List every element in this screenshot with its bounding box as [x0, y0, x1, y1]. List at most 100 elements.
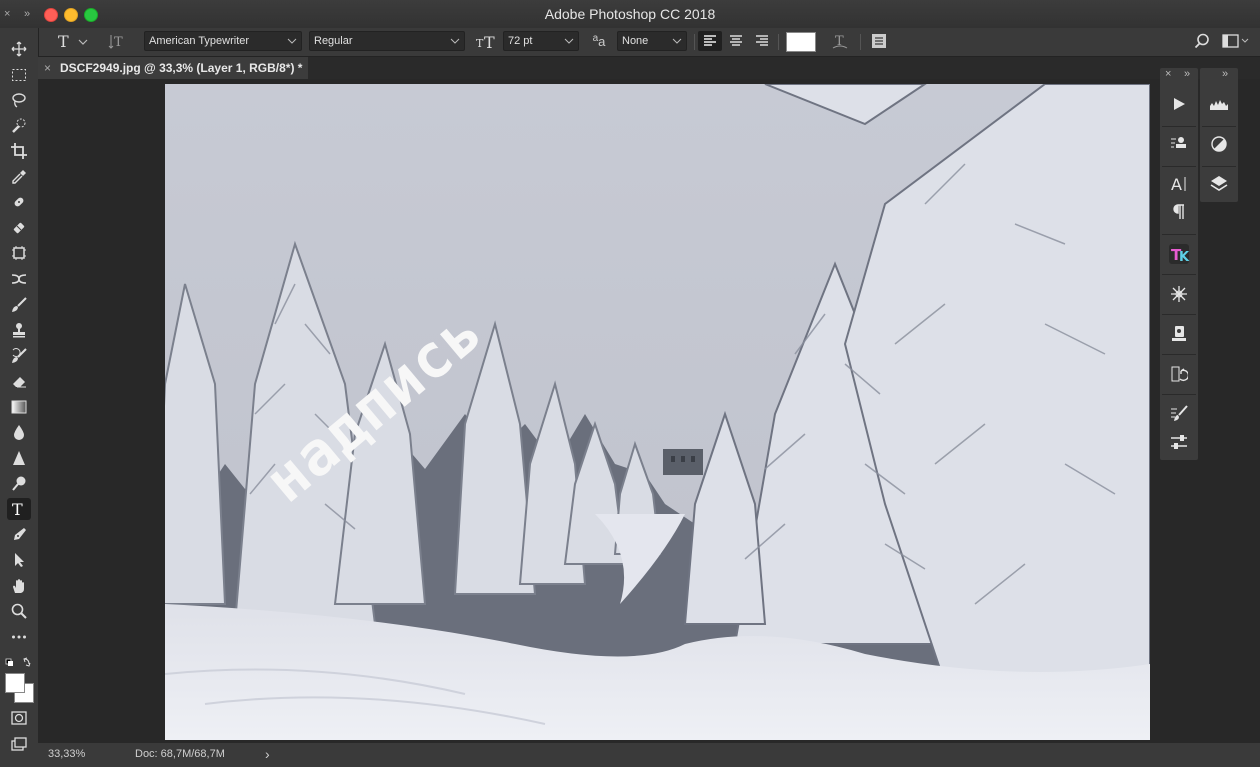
crop-tool[interactable]: [7, 140, 31, 162]
clone-source-icon: [1171, 137, 1186, 148]
align-right-button[interactable]: [750, 31, 774, 51]
chevron-down-icon: [287, 38, 297, 44]
brush-settings-panel-button[interactable]: [1161, 424, 1197, 460]
histogram-icon: [1210, 100, 1228, 110]
sharpen-tool[interactable]: [7, 447, 31, 469]
sharpen-icon: [13, 451, 25, 465]
font-size-select[interactable]: 72 pt: [503, 31, 579, 51]
align-left-icon: [704, 35, 716, 46]
frame-tool[interactable]: [7, 242, 31, 264]
search-icon: [1194, 33, 1209, 49]
type-icon: T: [12, 501, 23, 517]
eyedropper-tool[interactable]: [7, 166, 31, 188]
screen-mode-button[interactable]: [7, 733, 31, 755]
svg-text:T: T: [114, 35, 123, 50]
expand-dock-icon[interactable]: »: [1222, 68, 1228, 80]
patch-tool[interactable]: [7, 217, 31, 239]
search-button[interactable]: [1190, 31, 1214, 51]
dodge-tool[interactable]: [7, 472, 31, 494]
type-tool[interactable]: T: [7, 498, 31, 520]
foreground-color-swatch[interactable]: [5, 673, 25, 693]
clone-stamp-tool[interactable]: [7, 319, 31, 341]
text-orientation-toggle[interactable]: T: [106, 31, 130, 51]
expand-dock-icon[interactable]: »: [1184, 68, 1190, 80]
eraser-icon: [13, 377, 26, 388]
tk-extension-panel-button[interactable]: T K: [1161, 236, 1197, 272]
rectangular-marquee-icon: [12, 69, 26, 81]
font-size-icon: T T: [476, 33, 495, 50]
hand-tool[interactable]: [7, 575, 31, 597]
history-panel-button[interactable]: [1161, 356, 1197, 392]
eraser-tool[interactable]: [7, 370, 31, 392]
align-center-button[interactable]: [724, 31, 748, 51]
svg-text:K: K: [1179, 250, 1190, 265]
workspace-switcher[interactable]: [1220, 31, 1252, 51]
font-style-value: Regular: [314, 35, 353, 47]
quick-mask-button[interactable]: [7, 707, 31, 729]
history-brush-icon: [12, 348, 27, 363]
warp-text-icon: T: [832, 34, 848, 49]
quick-mask-icon: [11, 711, 27, 725]
default-colors-controls[interactable]: [5, 656, 33, 668]
divider: [860, 34, 861, 50]
more-tools-button[interactable]: [7, 626, 31, 648]
chevron-down-icon: [450, 38, 460, 44]
divider: [1162, 274, 1196, 275]
tool-preset-picker[interactable]: T: [52, 31, 92, 51]
history-brush-tool[interactable]: [7, 345, 31, 367]
status-info-menu-arrow[interactable]: ›: [265, 746, 270, 762]
histogram-panel-button[interactable]: [1201, 86, 1237, 122]
healing-brush-tool[interactable]: [7, 191, 31, 213]
screen-mode-icon: [11, 737, 27, 751]
layers-panel-button[interactable]: [1201, 166, 1237, 202]
chevron-down-icon: [672, 38, 682, 44]
align-left-button[interactable]: [698, 31, 722, 51]
adjustments-icon: [1211, 136, 1227, 152]
content-aware-move-tool[interactable]: [7, 268, 31, 290]
pen-tool[interactable]: [7, 524, 31, 546]
patch-icon: [13, 222, 25, 234]
move-tool[interactable]: [7, 38, 31, 60]
font-size-value: 72 pt: [508, 35, 533, 47]
actions-panel-button[interactable]: [1161, 86, 1197, 122]
close-dock-icon[interactable]: ×: [1165, 68, 1171, 80]
character-panel-button[interactable]: [867, 31, 891, 51]
quick-selection-icon: [12, 118, 26, 133]
font-style-select[interactable]: Regular: [309, 31, 465, 51]
font-family-select[interactable]: American Typewriter: [144, 31, 302, 51]
blur-icon: [14, 425, 24, 440]
gradient-icon: [11, 400, 27, 414]
anti-alias-select[interactable]: None: [617, 31, 687, 51]
rectangular-marquee-tool[interactable]: [7, 64, 31, 86]
svg-text:T: T: [58, 32, 69, 50]
gradient-tool[interactable]: [7, 396, 31, 418]
path-selection-tool[interactable]: [7, 549, 31, 571]
quick-selection-tool[interactable]: [7, 115, 31, 137]
divider: [778, 34, 779, 50]
frame-icon: [12, 246, 26, 260]
history-icon: [1171, 366, 1188, 382]
device-preview-icon: [1172, 326, 1186, 341]
dodge-icon: [12, 476, 26, 491]
lasso-tool[interactable]: [7, 89, 31, 111]
clone-source-panel-button[interactable]: [1161, 126, 1197, 162]
adjustments-panel-button[interactable]: [1201, 126, 1237, 162]
more-tools-icon: [12, 635, 26, 639]
close-document-icon[interactable]: ×: [44, 61, 51, 75]
document-tab-label: DSCF2949.jpg @ 33,3% (Layer 1, RGB/8*) *: [60, 61, 303, 75]
blur-tool[interactable]: [7, 421, 31, 443]
device-preview-panel-button[interactable]: [1161, 316, 1197, 352]
brush-tool[interactable]: [7, 294, 31, 316]
divider: [1162, 314, 1196, 315]
warp-text-button[interactable]: T: [828, 31, 852, 51]
text-color-swatch[interactable]: [786, 32, 816, 52]
zoom-level[interactable]: 33,33%: [48, 748, 85, 760]
paragraph-panel-button[interactable]: [1161, 194, 1197, 230]
zoom-tool[interactable]: [7, 600, 31, 622]
document-tab[interactable]: × DSCF2949.jpg @ 33,3% (Layer 1, RGB/8*)…: [38, 57, 308, 79]
collapsed-panel-dock-right: »: [1200, 68, 1238, 202]
extension-panel-button[interactable]: [1161, 276, 1197, 312]
divider: [1162, 394, 1196, 395]
layers-icon: [1210, 176, 1228, 191]
brush-icon: [12, 297, 27, 312]
